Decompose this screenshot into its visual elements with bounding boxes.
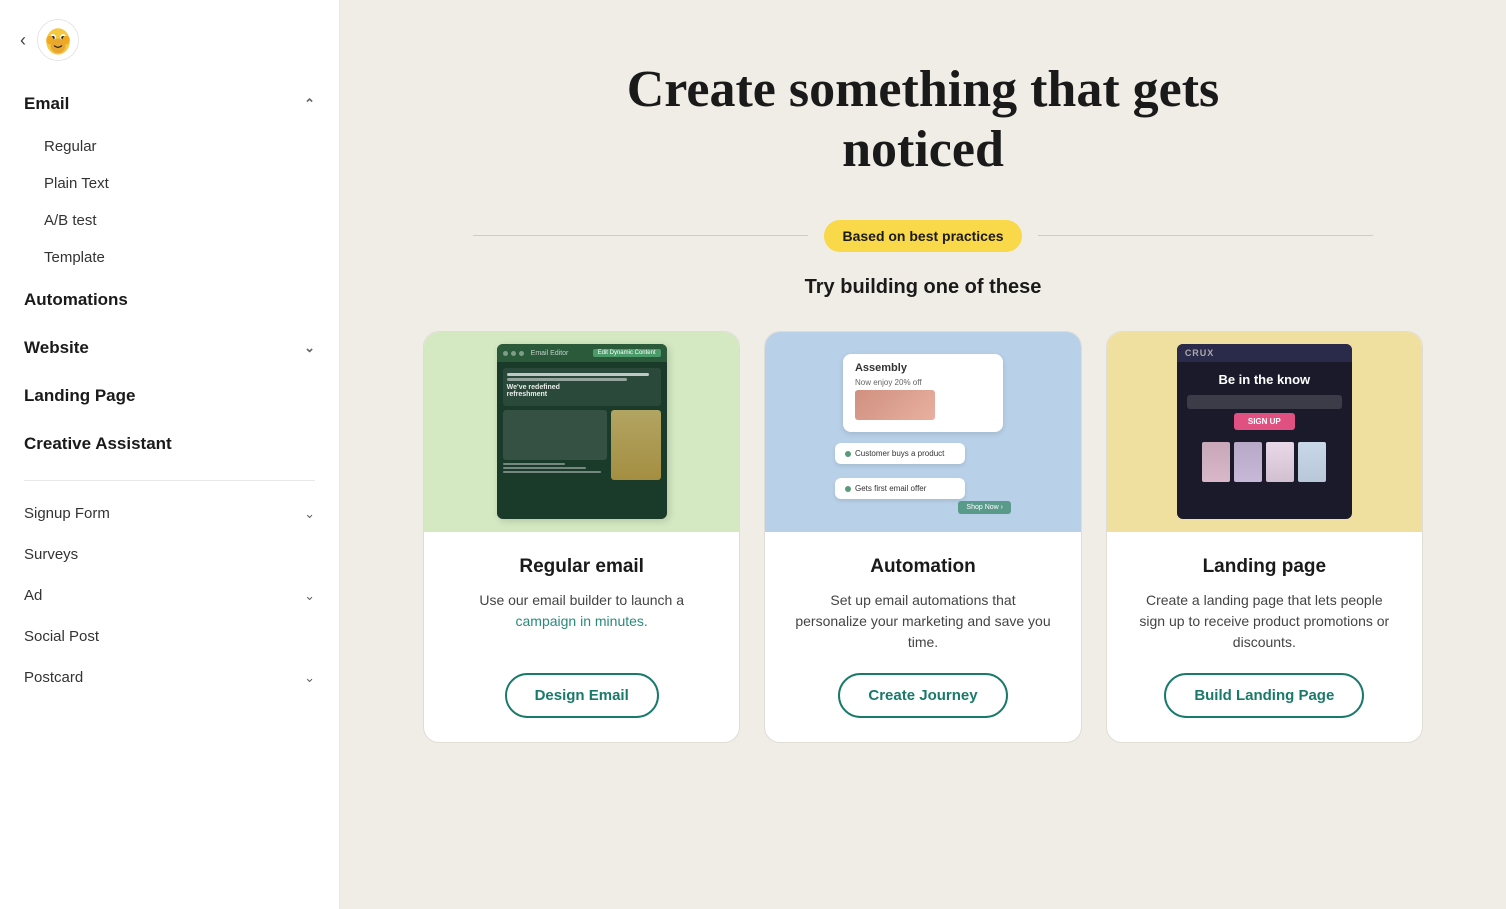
card-title-landing-page: Landing page — [1203, 556, 1327, 578]
chevron-down-icon-postcard: ⌄ — [304, 670, 315, 686]
card-body-automation: Automation Set up email automations that… — [765, 532, 1080, 742]
card-desc-landing-page: Create a landing page that lets people s… — [1135, 590, 1394, 653]
product-1 — [1202, 442, 1230, 482]
sidebar: ‹ Email ⌃ Regular Plain Text A/B test Te… — [0, 0, 340, 909]
product-4 — [1298, 442, 1326, 482]
card-body-landing-page: Landing page Create a landing page that … — [1107, 532, 1422, 742]
cards-container: Email Editor Edit Dynamic Content We've … — [423, 331, 1423, 743]
card-image-regular-email: Email Editor Edit Dynamic Content We've … — [424, 332, 739, 532]
best-practices-badge: Based on best practices — [824, 220, 1021, 252]
sidebar-item-surveys[interactable]: Surveys — [0, 534, 339, 575]
automation-mockup: Assembly Now enjoy 20% off Customer buys… — [823, 344, 1023, 519]
divider-line-left — [473, 235, 808, 236]
divider-badge-row: Based on best practices — [473, 220, 1373, 252]
build-landing-page-button[interactable]: Build Landing Page — [1164, 673, 1364, 718]
product-2 — [1234, 442, 1262, 482]
landing-products — [1177, 434, 1352, 490]
sidebar-divider — [24, 480, 315, 481]
mockup-bar: Email Editor Edit Dynamic Content — [497, 344, 667, 362]
sidebar-item-automations[interactable]: Automations — [0, 276, 339, 324]
sidebar-sub-item-regular[interactable]: Regular — [0, 128, 339, 165]
sidebar-item-ad[interactable]: Ad ⌄ — [0, 575, 339, 616]
card-landing-page: CRUX Be in the know SIGN UP Landing page… — [1106, 331, 1423, 743]
sidebar-website-label: Website — [24, 338, 89, 358]
hero-title: Create something that gets noticed — [623, 60, 1223, 180]
landing-email-field — [1187, 395, 1342, 409]
sidebar-item-postcard[interactable]: Postcard ⌄ — [0, 657, 339, 698]
card-image-automation: Assembly Now enjoy 20% off Customer buys… — [765, 332, 1080, 532]
sidebar-automations-label: Automations — [24, 290, 128, 310]
sidebar-landing-page-label: Landing Page — [24, 386, 135, 406]
shop-now-button: Shop Now › — [958, 501, 1011, 514]
chevron-down-icon-ad: ⌄ — [304, 588, 315, 604]
card-desc-regular-email: Use our email builder to launch a campai… — [452, 590, 711, 653]
main-content: Create something that gets noticed Based… — [340, 0, 1506, 909]
design-email-button[interactable]: Design Email — [505, 673, 659, 718]
chevron-down-icon-website: ⌄ — [304, 340, 315, 356]
sidebar-item-website[interactable]: Website ⌄ — [0, 324, 339, 372]
card-image-landing-page: CRUX Be in the know SIGN UP — [1107, 332, 1422, 532]
landing-signup-button: SIGN UP — [1234, 413, 1295, 430]
card-body-regular-email: Regular email Use our email builder to l… — [424, 532, 739, 742]
card-title-regular-email: Regular email — [519, 556, 644, 578]
card-automation: Assembly Now enjoy 20% off Customer buys… — [764, 331, 1081, 743]
card-title-automation: Automation — [870, 556, 976, 578]
chevron-down-icon-signup: ⌄ — [304, 506, 315, 522]
sidebar-item-email[interactable]: Email ⌃ — [0, 80, 339, 128]
sidebar-creative-assistant-label: Creative Assistant — [24, 434, 172, 454]
back-arrow[interactable]: ‹ — [20, 30, 26, 51]
create-journey-button[interactable]: Create Journey — [838, 673, 1007, 718]
landing-page-mockup: CRUX Be in the know SIGN UP — [1177, 344, 1352, 519]
chevron-up-icon: ⌃ — [304, 96, 315, 112]
campaign-link: campaign in minutes. — [516, 613, 648, 629]
sidebar-sub-item-template[interactable]: Template — [0, 239, 339, 276]
sidebar-sub-item-ab-test[interactable]: A/B test — [0, 202, 339, 239]
mailchimp-logo — [36, 18, 80, 62]
sidebar-item-social-post[interactable]: Social Post — [0, 616, 339, 657]
sidebar-email-label: Email — [24, 94, 69, 114]
section-subtitle: Try building one of these — [805, 276, 1042, 299]
card-regular-email: Email Editor Edit Dynamic Content We've … — [423, 331, 740, 743]
sidebar-item-creative-assistant[interactable]: Creative Assistant — [0, 420, 339, 468]
sidebar-header: ‹ — [0, 0, 339, 80]
divider-line-right — [1038, 235, 1373, 236]
sidebar-sub-item-plain-text[interactable]: Plain Text — [0, 165, 339, 202]
sidebar-item-signup-form[interactable]: Signup Form ⌄ — [0, 493, 339, 534]
email-editor-mockup: Email Editor Edit Dynamic Content We've … — [497, 344, 667, 519]
card-desc-automation: Set up email automations that personaliz… — [793, 590, 1052, 653]
product-3 — [1266, 442, 1294, 482]
sidebar-item-landing-page[interactable]: Landing Page — [0, 372, 339, 420]
